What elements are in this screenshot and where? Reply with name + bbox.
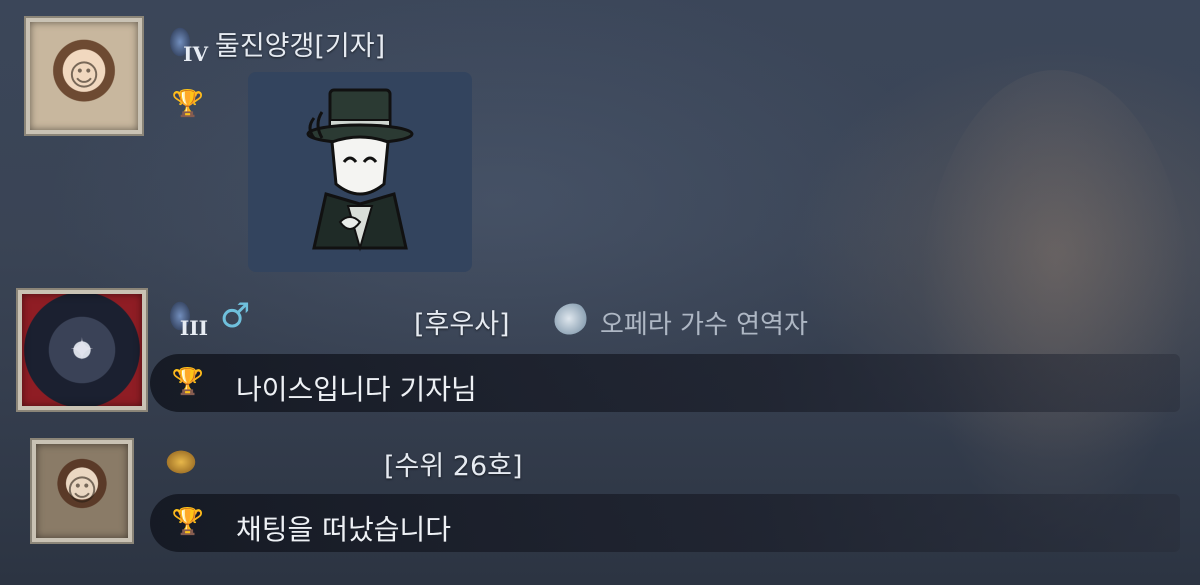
sticker-image[interactable] bbox=[248, 72, 472, 272]
trophy-icon: 🏆 bbox=[171, 367, 205, 397]
tier-rank-icon: III bbox=[158, 294, 208, 340]
player-name[interactable]: [후우사] bbox=[414, 302, 510, 341]
rank-badge-label: III bbox=[179, 316, 208, 340]
message-text: 나이스입니다 기자님 bbox=[236, 373, 477, 406]
trophy-icon: 🏆 bbox=[171, 89, 205, 119]
trophy-icon: 🏆 bbox=[171, 507, 205, 537]
avatar-face-icon: ☺ bbox=[66, 473, 98, 509]
player-avatar-2[interactable]: ✦ bbox=[18, 290, 146, 410]
message-text: 채팅을 떠났습니다 bbox=[236, 513, 451, 546]
gold-rank-icon bbox=[158, 436, 204, 480]
player-name[interactable]: [수위 26호] bbox=[384, 444, 523, 483]
tier-rank-icon: IV bbox=[158, 20, 208, 66]
avatar-creature-icon: ✦ bbox=[69, 332, 95, 368]
background-character-silhouette bbox=[920, 70, 1190, 550]
title-badge-icon bbox=[548, 297, 594, 341]
male-gender-icon: ♂ bbox=[220, 296, 251, 336]
player-name[interactable]: 둘진양갱[기자] bbox=[215, 24, 385, 63]
player-avatar-3[interactable]: ☺ bbox=[32, 440, 132, 542]
rank-badge-label: IV bbox=[183, 42, 208, 66]
masked-top-hat-character-sticker bbox=[306, 88, 414, 252]
player-title: 오페라 가수 연역자 bbox=[600, 310, 808, 340]
player-avatar-1[interactable]: ☺ bbox=[26, 18, 142, 134]
avatar-face-icon: ☺ bbox=[68, 58, 100, 94]
